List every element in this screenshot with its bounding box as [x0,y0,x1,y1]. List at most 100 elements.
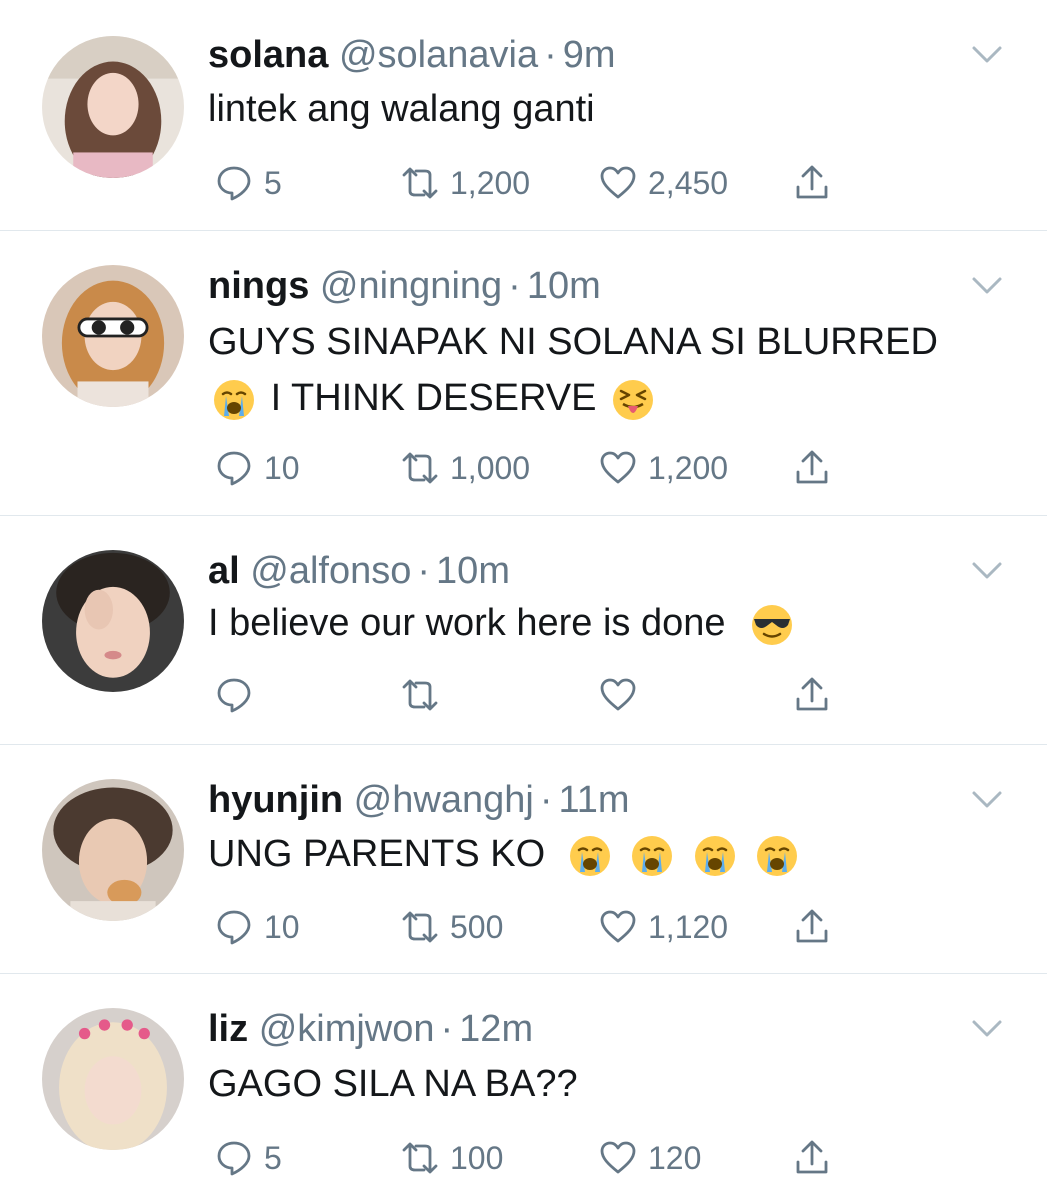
tweet-actions: 10 500 1,120 [214,905,854,949]
user-handle[interactable]: @ningning [320,265,502,307]
crying-emoji [214,379,254,420]
retweet-button[interactable]: 1,000 [400,446,530,490]
tweet-header: hyunjin @hwanghj · 11m [208,777,967,823]
separator-dot: · [417,550,431,592]
chevron-down-icon[interactable] [971,560,1003,582]
tweet[interactable]: liz @kimjwon · 12m GAGO SILA NA BA?? 5 100… [0,974,1047,1200]
tweet[interactable]: solana @solanavia · 9m lintek ang walang g… [0,0,1047,231]
crying-emoji [569,835,610,876]
tweet-header: nings @ningning · 10m [208,263,967,309]
share-icon [796,677,828,711]
tweet-text: I believe our work here is done [208,596,987,650]
tweet-text: GAGO SILA NA BA?? [208,1057,987,1111]
timestamp[interactable]: 11m [558,779,629,821]
chevron-down-icon[interactable] [971,789,1003,811]
crying-emoji [757,835,798,876]
reply-count: 5 [264,164,282,201]
avatar[interactable] [42,550,184,692]
reply-button[interactable]: 10 [214,905,300,949]
chevron-down-icon[interactable] [971,1018,1003,1040]
tweet-text-line-2: I THINK DESERVE [208,371,1007,425]
share-button[interactable] [792,161,832,205]
retweet-count: 1,200 [450,164,531,201]
retweet-icon [402,679,438,711]
timestamp[interactable]: 12m [459,1008,533,1050]
retweet-icon [402,452,438,484]
user-handle[interactable]: @solanavia [339,34,538,76]
display-name[interactable]: liz [208,1008,248,1050]
retweet-button[interactable]: 1,200 [400,161,530,205]
like-button[interactable]: 2,450 [598,161,728,205]
display-name[interactable]: nings [208,265,309,307]
crying-emoji [632,835,673,876]
emoji-group [564,833,804,876]
like-button[interactable]: 1,200 [598,446,728,490]
retweet-button[interactable]: 500 [400,905,503,949]
like-count: 1,120 [648,908,729,945]
retweet-count: 100 [450,1139,504,1176]
user-handle[interactable]: @alfonso [250,550,411,592]
tweet-text-line: I THINK DESERVE [270,377,597,419]
chevron-down-icon[interactable] [971,275,1003,297]
like-button[interactable]: 1,120 [598,905,728,949]
like-button[interactable] [598,673,648,717]
tweet-actions: 5 100 120 [214,1136,854,1180]
tweet[interactable]: nings @ningning · 10m GUYS SINAPAK NI SOLA… [0,231,1047,516]
tweet-text-line: UNG PARENTS KO [208,833,546,875]
tweet-actions: 10 1,000 1,200 [214,446,854,490]
user-handle[interactable]: @kimjwon [259,1008,435,1050]
tweet-header: al @alfonso · 10m [208,548,967,594]
reply-button[interactable] [214,673,264,717]
separator-dot: · [508,265,521,307]
share-button[interactable] [792,905,832,949]
retweet-button[interactable]: 100 [400,1136,503,1180]
share-button[interactable] [792,673,832,717]
display-name[interactable]: al [208,550,240,592]
timestamp[interactable]: 10m [527,265,601,307]
retweet-button[interactable] [400,673,450,717]
tweet[interactable]: al @alfonso · 10m I believe our work here … [0,516,1047,745]
tweet-header: liz @kimjwon · 12m [208,1006,967,1052]
share-icon [796,450,828,484]
reply-count: 5 [264,1139,282,1176]
display-name[interactable]: hyunjin [208,779,343,821]
avatar[interactable] [42,779,184,921]
crying-emoji [694,835,735,876]
squinting-tongue-emoji [613,379,654,420]
reply-button[interactable]: 5 [214,1136,282,1180]
like-icon [600,910,636,943]
tweet-feed: solana @solanavia · 9m lintek ang walang g… [0,0,1047,1200]
share-icon [796,909,828,943]
avatar[interactable] [42,36,184,178]
user-handle[interactable]: @hwanghj [354,779,534,821]
tweet-text: lintek ang walang ganti [208,82,987,136]
share-button[interactable] [792,1136,832,1180]
avatar[interactable] [42,265,184,407]
share-button[interactable] [792,446,832,490]
tweet-actions: 5 1,200 2,450 [214,161,854,205]
chevron-down-icon[interactable] [971,44,1003,66]
avatar[interactable] [42,1008,184,1150]
tweet[interactable]: hyunjin @hwanghj · 11m UNG PARENTS KO 10 5… [0,745,1047,974]
reply-button[interactable]: 10 [214,446,300,490]
retweet-icon [402,1142,438,1174]
like-button[interactable]: 120 [598,1136,701,1180]
timestamp[interactable]: 9m [563,34,616,76]
reply-icon [217,910,251,945]
share-icon [796,1140,828,1174]
tweet-text-line: lintek ang walang ganti [208,88,595,130]
timestamp[interactable]: 10m [436,550,510,592]
share-icon [796,165,828,199]
reply-icon [217,678,251,713]
tweet-text-line: I believe our work here is done [208,602,726,644]
reply-icon [217,166,251,201]
like-icon [600,166,636,199]
separator-dot: · [440,1008,454,1050]
like-icon [600,678,636,711]
tweet-text: GUYS SINAPAK NI SOLANA SI BLURRED I THIN… [208,315,1007,425]
reply-button[interactable]: 5 [214,161,282,205]
tweet-header: solana @solanavia · 9m [208,32,967,78]
like-count: 1,200 [648,449,729,486]
display-name[interactable]: solana [208,34,328,76]
retweet-icon [402,167,438,199]
